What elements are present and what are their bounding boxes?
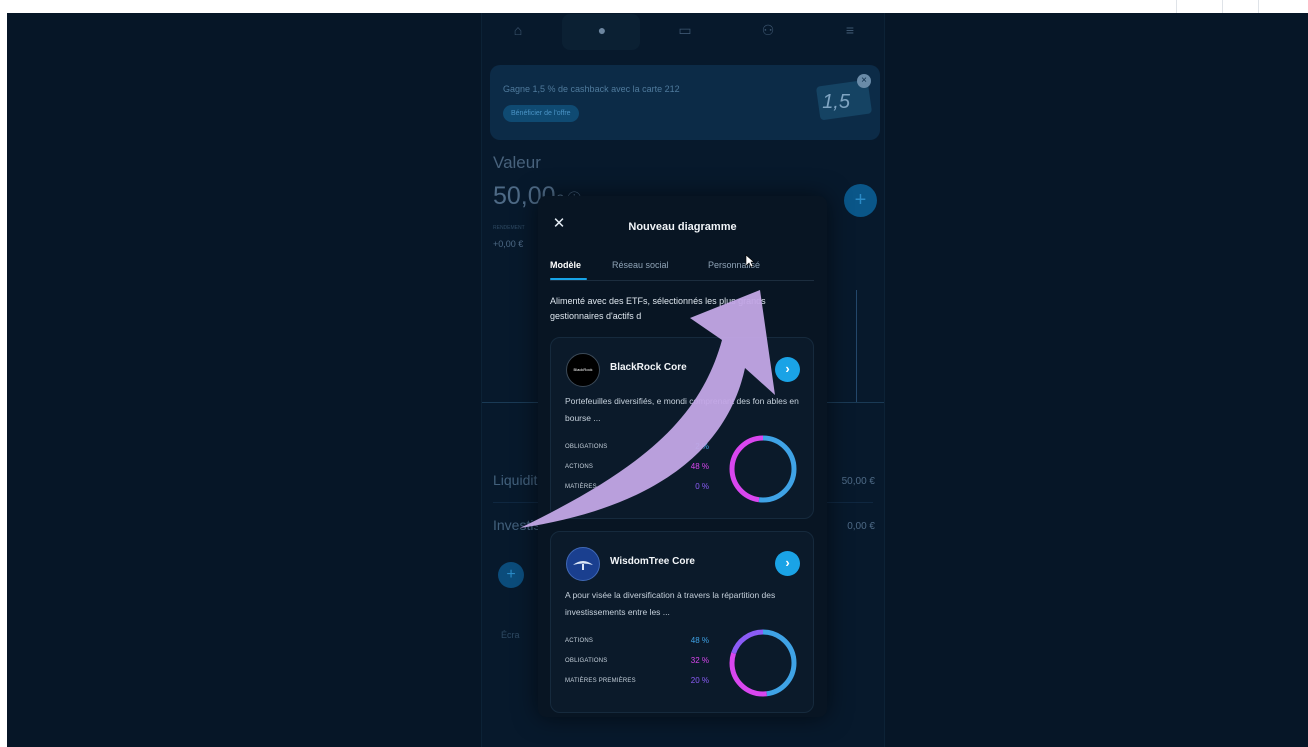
- cashback-promo-banner[interactable]: Gagne 1,5 % de cashback avec la carte 21…: [490, 65, 880, 140]
- portfolio-card-blackrock[interactable]: BlackRock BlackRock Core › Portefeuilles…: [550, 337, 814, 519]
- promo-close-icon[interactable]: ×: [857, 74, 871, 88]
- strip-divider: [1258, 0, 1259, 13]
- allocation-value: 48 %: [690, 636, 709, 645]
- portfolio-icon[interactable]: ●: [592, 22, 612, 38]
- browser-top-strip: [0, 0, 1308, 13]
- allocation-label: OBLIGATIONS: [565, 658, 608, 664]
- footer-link[interactable]: Écra: [501, 630, 520, 640]
- home-icon[interactable]: ⌂: [508, 22, 528, 38]
- invested-label[interactable]: Investis: [493, 517, 540, 533]
- allocation-value: 0 %: [695, 482, 709, 491]
- wisdomtree-mark: [573, 561, 593, 570]
- promo-text: Gagne 1,5 % de cashback avec la carte 21…: [503, 84, 680, 94]
- strip-divider: [1176, 0, 1177, 13]
- new-diagram-modal: ✕ Nouveau diagramme Modèle Réseau social…: [538, 196, 827, 717]
- chevron-right-icon[interactable]: ›: [775, 357, 800, 382]
- promo-offer-button[interactable]: Bénéficier de l'offre: [503, 105, 579, 122]
- chart-line: [856, 290, 857, 402]
- portfolio-name: WisdomTree Core: [610, 556, 695, 567]
- bottom-nav: ⌂ ● ▭ ⚇ ≡: [482, 13, 884, 50]
- allocation-label: ACTIONS: [565, 464, 594, 470]
- allocation-label: OBLIGATIONS: [565, 444, 608, 450]
- modal-title: Nouveau diagramme: [628, 221, 737, 233]
- rendement-label: RENDEMENT: [493, 225, 525, 231]
- intro-text: Alimenté avec des ETFs, sélectionnés les…: [550, 296, 766, 321]
- add-row-button[interactable]: +: [498, 562, 524, 588]
- chevron-right-icon[interactable]: ›: [775, 551, 800, 576]
- portfolio-name: BlackRock Core: [610, 362, 687, 373]
- tab-modele[interactable]: Modèle: [550, 260, 581, 270]
- tab-divider: [550, 280, 814, 281]
- tab-reseau-social[interactable]: Réseau social: [612, 260, 669, 270]
- value-label: Valeur: [493, 153, 541, 172]
- allocation-value: 48 %: [690, 462, 709, 471]
- allocation-value: 32 %: [690, 656, 709, 665]
- card-icon[interactable]: ▭: [675, 22, 695, 38]
- strip-divider: [1222, 0, 1223, 13]
- add-button[interactable]: +: [844, 184, 877, 217]
- allocation-value: 2 %: [695, 442, 709, 451]
- allocation-value: 20 %: [690, 676, 709, 685]
- menu-icon[interactable]: ≡: [840, 22, 860, 38]
- screen-frame: ⌂ ● ▭ ⚇ ≡ Gagne 1,5 % de cashback avec l…: [7, 13, 1308, 747]
- community-icon[interactable]: ⚇: [758, 22, 778, 38]
- allocation-label: ACTIONS: [565, 638, 594, 644]
- rendement-value: +0,00 €: [493, 239, 524, 249]
- allocation-label: MATIÈRES PREMIÈRES: [565, 678, 636, 684]
- allocation-donut: [729, 435, 797, 503]
- mouse-cursor-icon: [745, 254, 755, 268]
- allocation-label: MATIÈRES: [565, 484, 597, 490]
- liquidity-label[interactable]: Liquidit: [493, 472, 537, 488]
- liquidity-value: 50,00 €: [841, 476, 875, 487]
- portfolio-description: Portefeuilles diversifiés, e mondi compr…: [565, 396, 799, 423]
- wisdomtree-logo: [566, 547, 600, 581]
- promo-card-number: 1,5: [822, 91, 850, 113]
- invested-value: 0,00 €: [847, 521, 875, 532]
- portfolio-card-wisdomtree[interactable]: WisdomTree Core › A pour visée la divers…: [550, 531, 814, 713]
- portfolio-description: A pour visée la diversification à traver…: [565, 590, 776, 617]
- allocation-donut: [729, 629, 797, 697]
- blackrock-logo: BlackRock: [566, 353, 600, 387]
